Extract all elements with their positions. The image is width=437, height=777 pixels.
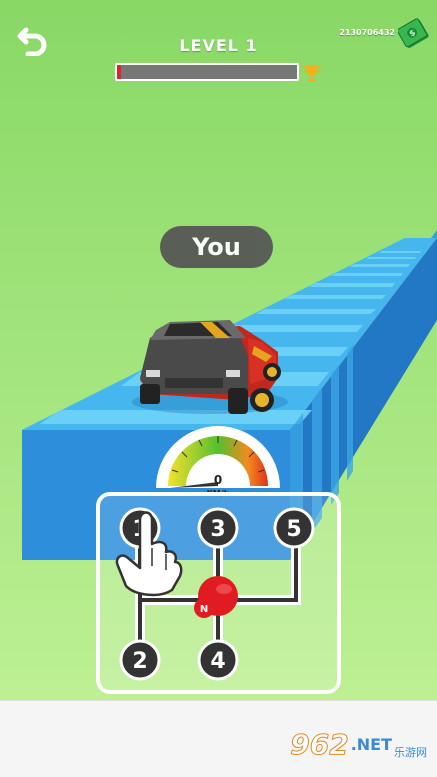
gear-3-label: 3	[210, 517, 225, 542]
speed-value: 0	[214, 473, 222, 487]
gear-3[interactable]: 3	[197, 507, 239, 549]
cash-stack-icon: $	[398, 18, 429, 48]
level-progress-fill	[117, 65, 121, 79]
gear-2-label: 2	[132, 649, 147, 674]
site-watermark: 962 .NET 乐游网	[290, 722, 427, 766]
level-progress-bar	[115, 63, 299, 81]
level-label: LEVEL 1	[179, 36, 258, 55]
neutral-label: N	[200, 604, 208, 615]
gear-5[interactable]: 5	[273, 507, 315, 549]
player-name-tag: You	[160, 226, 273, 268]
money-amount: 2130706432	[339, 28, 395, 37]
gear-4[interactable]: 4	[197, 639, 239, 681]
game-scene: 0 KM/h 1 3 5 2 4 N	[0, 0, 437, 700]
gear-4-label: 4	[210, 649, 225, 674]
watermark-suffix: .NET	[350, 734, 392, 754]
trophy-icon	[303, 65, 321, 82]
watermark-number: 962	[290, 727, 349, 761]
watermark-cn: 乐游网	[394, 746, 427, 759]
gear-5-label: 5	[286, 517, 301, 542]
gear-2[interactable]: 2	[119, 639, 161, 681]
